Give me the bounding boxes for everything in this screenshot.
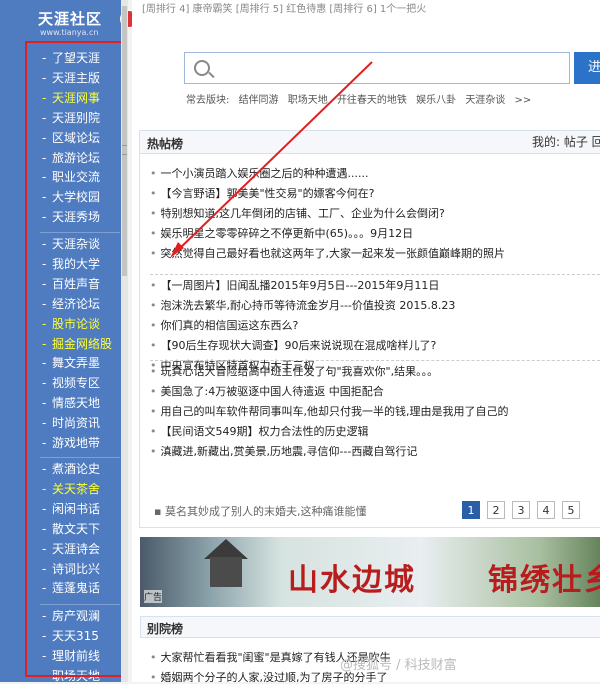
red-annotation-arrow <box>170 61 373 258</box>
